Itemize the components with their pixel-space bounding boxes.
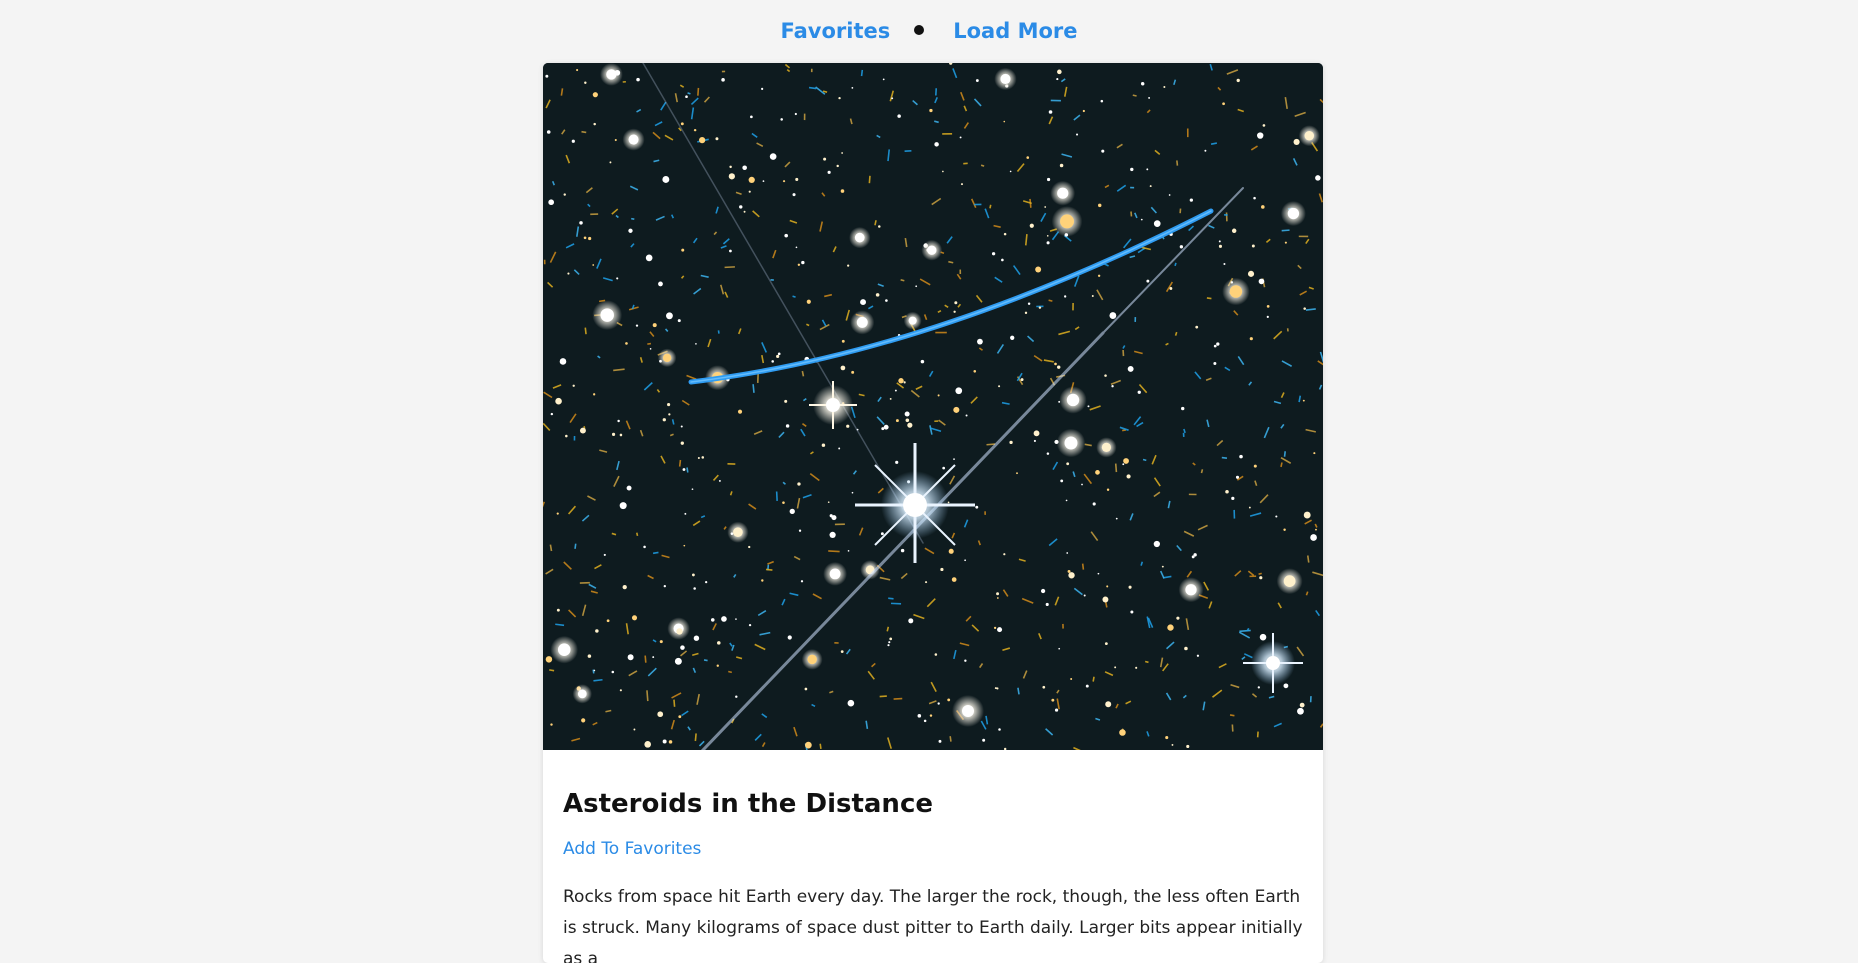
load-more-link[interactable]: Load More bbox=[953, 19, 1077, 43]
apod-image bbox=[543, 63, 1323, 750]
add-to-favorites-link[interactable]: Add To Favorites bbox=[563, 838, 701, 860]
separator-dot bbox=[914, 25, 924, 35]
apod-title: Asteroids in the Distance bbox=[563, 788, 1303, 820]
favorites-link[interactable]: Favorites bbox=[781, 19, 891, 43]
top-nav: Favorites Load More bbox=[0, 0, 1858, 62]
apod-description: Rocks from space hit Earth every day. Th… bbox=[563, 882, 1303, 963]
apod-card: Asteroids in the Distance Add To Favorit… bbox=[543, 63, 1323, 963]
starfield-photo bbox=[543, 63, 1323, 750]
card-body: Asteroids in the Distance Add To Favorit… bbox=[543, 788, 1323, 963]
